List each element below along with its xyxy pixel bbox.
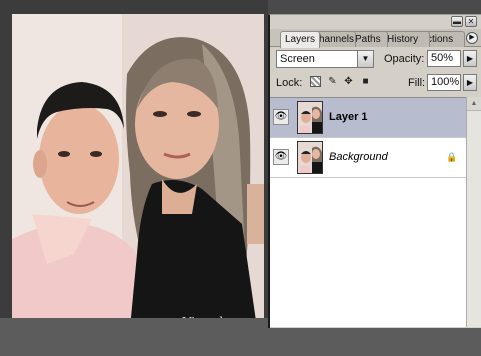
blend-mode-select[interactable]: Screen ▼ (276, 50, 374, 68)
scroll-up-icon[interactable]: ▲ (467, 97, 481, 111)
panel-titlebar[interactable]: ▬ ✕ (270, 15, 481, 29)
document-canvas: Vin ted (0, 0, 268, 356)
layers-scrollbar[interactable]: ▲ (466, 97, 481, 327)
fill-input[interactable]: 100% (427, 74, 461, 91)
lock-move-icon[interactable]: ✥ (343, 76, 354, 87)
opacity-input[interactable]: 50% (427, 50, 461, 67)
eye-icon[interactable]: 👁 (273, 109, 289, 125)
eye-icon[interactable]: 👁 (273, 149, 289, 165)
layer-thumbnail (297, 101, 323, 134)
layer-thumbnail (297, 141, 323, 174)
opacity-slider-arrow-icon[interactable]: ▶ (463, 50, 477, 67)
fill-label: Fill: (408, 77, 426, 89)
tab-channels[interactable]: hannels (314, 31, 356, 47)
workspace: Vin ted ▬ ✕ ctions History Paths hannels… (0, 0, 481, 356)
blend-mode-value: Screen (280, 53, 315, 65)
lock-icon: 🔒 (446, 152, 458, 162)
photo-image[interactable]: Vin ted (12, 14, 264, 328)
opacity-label: Opacity: (384, 53, 425, 65)
layers-panel: ▬ ✕ ctions History Paths hannels Layers … (268, 14, 481, 328)
lock-transparent-icon[interactable] (310, 76, 321, 87)
lock-all-icon[interactable]: ■ (360, 76, 371, 87)
lock-row: Lock: ✎ ✥ ■ Fill: 100% ▶ (270, 71, 481, 95)
layer-name[interactable]: Background (329, 150, 388, 164)
layer-row-layer-1[interactable]: 👁 Layer 1 (270, 98, 466, 138)
panel-tabs: ctions History Paths hannels Layers ▶ (270, 29, 481, 48)
panel-menu-icon[interactable]: ▶ (466, 32, 478, 44)
lock-brush-icon[interactable]: ✎ (327, 76, 338, 87)
minimize-icon[interactable]: ▬ (451, 16, 463, 27)
tab-layers[interactable]: Layers (280, 31, 320, 48)
layers-list: 👁 Layer 1 👁 Background 🔒 (270, 97, 466, 327)
fill-slider-arrow-icon[interactable]: ▶ (463, 74, 477, 91)
lock-label: Lock: (276, 77, 303, 89)
layer-row-background[interactable]: 👁 Background 🔒 (270, 138, 466, 178)
layer-name[interactable]: Layer 1 (329, 110, 368, 124)
photo-illustration: Vin ted (12, 14, 264, 328)
tab-history[interactable]: History (382, 31, 430, 47)
blend-row: Screen ▼ Opacity: 50% ▶ (270, 47, 481, 71)
dropdown-arrow-icon[interactable]: ▼ (357, 51, 373, 67)
close-icon[interactable]: ✕ (465, 16, 477, 27)
